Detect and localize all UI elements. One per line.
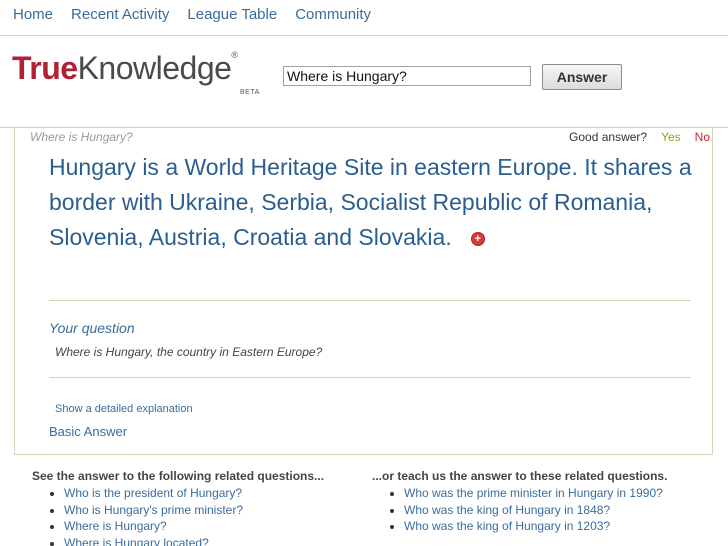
- list-item: Who was the prime minister in Hungary in…: [404, 485, 712, 502]
- list-item: Where is Hungary?: [64, 518, 367, 535]
- related-question-link[interactable]: Where is Hungary?: [64, 519, 167, 533]
- related-answered-section: See the answer to the following related …: [32, 469, 367, 546]
- related-answered-heading: See the answer to the following related …: [32, 469, 325, 483]
- related-answered-list: Who is the president of Hungary? Who is …: [32, 485, 367, 546]
- related-question-link[interactable]: Who was the prime minister in Hungary in…: [404, 486, 663, 500]
- logo-knowledge-text: Knowledge: [77, 50, 232, 86]
- related-unanswered-list: Who was the prime minister in Hungary in…: [372, 485, 712, 535]
- answer-divider-1: [49, 300, 691, 301]
- page: Home Recent Activity League Table Commun…: [0, 0, 728, 546]
- feedback-no-link[interactable]: No: [695, 130, 710, 144]
- list-item: Where is Hungary located?: [64, 535, 367, 546]
- top-nav: Home Recent Activity League Table Commun…: [13, 6, 371, 23]
- related-question-link[interactable]: Who was the king of Hungary in 1203?: [404, 519, 610, 533]
- your-question-label: Your question: [49, 320, 135, 336]
- list-item: Who is the president of Hungary?: [64, 485, 367, 502]
- true-knowledge-logo[interactable]: TrueKnowledge®: [12, 50, 238, 87]
- beta-label: BETA: [240, 89, 260, 96]
- related-unanswered-heading: ...or teach us the answer to these relat…: [372, 469, 668, 483]
- related-unanswered-section: ...or teach us the answer to these relat…: [372, 469, 712, 535]
- answer-panel: Where is Hungary? Good answer? Yes No Hu…: [14, 128, 713, 455]
- logo-true-text: True: [12, 50, 78, 86]
- your-question-text: Where is Hungary, the country in Eastern…: [55, 345, 323, 359]
- question-echo: Where is Hungary?: [30, 130, 133, 144]
- logo-registered-mark: ®: [231, 50, 238, 60]
- header-divider-top: [0, 35, 728, 36]
- related-question-link[interactable]: Who was the king of Hungary in 1848?: [404, 503, 610, 517]
- related-question-link[interactable]: Who is Hungary's prime minister?: [64, 503, 243, 517]
- answer-text: Hungary is a World Heritage Site in east…: [49, 154, 692, 250]
- expand-plus-icon[interactable]: +: [471, 232, 484, 245]
- related-question-link[interactable]: Where is Hungary located?: [64, 536, 209, 546]
- list-item: Who was the king of Hungary in 1848?: [404, 502, 712, 519]
- list-item: Who was the king of Hungary in 1203?: [404, 518, 712, 535]
- answer-divider-2: [49, 377, 691, 378]
- nav-league-table-link[interactable]: League Table: [187, 6, 277, 23]
- question-input[interactable]: [283, 66, 531, 86]
- detailed-explanation-link[interactable]: Show a detailed explanation: [55, 403, 193, 415]
- nav-community-link[interactable]: Community: [295, 6, 371, 23]
- feedback-label: Good answer?: [569, 130, 648, 144]
- answer-button[interactable]: Answer: [542, 64, 622, 90]
- feedback-prompt: Good answer? Yes No: [569, 130, 710, 144]
- answer-text-block: Hungary is a World Heritage Site in east…: [49, 150, 699, 255]
- nav-recent-activity-link[interactable]: Recent Activity: [71, 6, 169, 23]
- related-question-link[interactable]: Who is the president of Hungary?: [64, 486, 242, 500]
- basic-answer-link[interactable]: Basic Answer: [49, 424, 127, 439]
- nav-home-link[interactable]: Home: [13, 6, 53, 23]
- feedback-yes-link[interactable]: Yes: [661, 130, 681, 144]
- list-item: Who is Hungary's prime minister?: [64, 502, 367, 519]
